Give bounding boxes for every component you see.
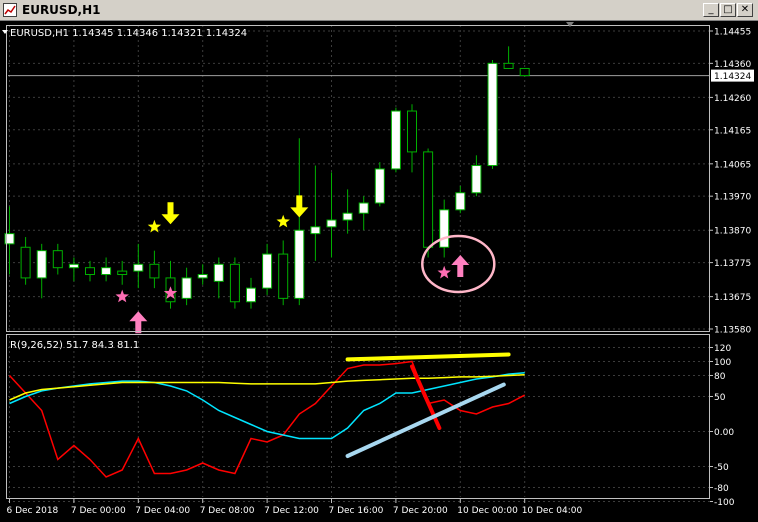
time-tick-label: 7 Dec 00:00: [71, 506, 126, 516]
candle-body: [68, 263, 79, 269]
chart-window: EURUSD,H1 _ □ ✕ 1.14455 1.14360 1.14260 1.1…: [0, 0, 758, 522]
rsi-tick-label: -80: [714, 484, 729, 494]
close-button[interactable]: ✕: [737, 3, 753, 17]
candle-body: [310, 226, 321, 235]
rsi-indicator-label: R(9,26,52) 51.7 84.3 81.1: [10, 340, 139, 351]
time-tick-label: 6 Dec 2018: [7, 506, 59, 516]
candle-body: [326, 219, 337, 228]
time-tick-label: 7 Dec 20:00: [393, 506, 448, 516]
price-tick-label: 1.13675: [714, 293, 751, 303]
window-title: EURUSD,H1: [22, 3, 101, 17]
price-tick-label: 1.14455: [714, 28, 751, 38]
candle-body: [278, 253, 289, 299]
price-chart-label: EURUSD,H1 1.14345 1.14346 1.14321 1.1432…: [10, 28, 247, 39]
candle-body: [471, 165, 482, 194]
candle-body: [20, 246, 31, 279]
candle-body: [423, 151, 434, 248]
candle-body: [262, 253, 273, 289]
candle-body: [213, 263, 224, 282]
price-tick-label: 1.14260: [714, 94, 751, 104]
price-tick-label: 1.13870: [714, 227, 751, 237]
candle-body: [503, 62, 514, 69]
candle-body: [149, 263, 160, 279]
candle-body: [181, 277, 192, 299]
time-tick-label: 10 Dec 04:00: [522, 506, 583, 516]
current-price-label: 1.14324: [714, 72, 751, 82]
candle-body: [52, 250, 63, 269]
time-tick-label: 7 Dec 04:00: [135, 506, 190, 516]
candle-body: [117, 270, 128, 276]
time-tick-label: 7 Dec 12:00: [264, 506, 319, 516]
time-tick-label: 7 Dec 16:00: [329, 506, 384, 516]
candle-body: [390, 110, 401, 170]
price-tick-label: 1.13775: [714, 259, 751, 269]
chart-canvas[interactable]: 1.14455 1.14360 1.14260 1.14165 1.14065 1.139…: [0, 21, 758, 522]
candle-body: [36, 250, 47, 279]
rsi-tick-label: 120: [714, 344, 731, 354]
candle-body: [374, 168, 385, 204]
rsi-tick-label: 50: [714, 393, 726, 403]
rsi-tick-label: -100: [714, 498, 735, 508]
price-tick-label: 1.14165: [714, 126, 751, 136]
candle-body: [229, 263, 240, 303]
candle-body: [358, 202, 369, 214]
candle-body: [342, 212, 353, 221]
candle-body: [133, 263, 144, 272]
candle-body: [455, 192, 466, 211]
time-tick-label: 10 Dec 00:00: [457, 506, 518, 516]
price-tick-label: 1.14360: [714, 60, 751, 70]
title-bar[interactable]: EURUSD,H1 _ □ ✕: [0, 0, 758, 21]
candle-body: [85, 267, 95, 276]
candle-body: [246, 287, 256, 303]
candle-body: [407, 110, 417, 153]
candle-body: [294, 229, 305, 299]
rsi-tick-label: 0.00: [714, 428, 734, 438]
price-tick-label: 1.13970: [714, 193, 751, 203]
rsi-tick-label: 80: [714, 372, 726, 382]
chart-window-icon: [3, 3, 17, 17]
rsi-tick-label: 100: [714, 358, 731, 368]
minimize-button[interactable]: _: [703, 3, 719, 17]
candle-body: [487, 62, 498, 167]
maximize-button[interactable]: □: [720, 3, 736, 17]
rsi-tick-label: -50: [714, 463, 729, 473]
candle-body: [101, 267, 112, 276]
candle-body: [197, 274, 208, 279]
price-tick-label: 1.13580: [714, 326, 751, 336]
candle-body: [519, 67, 530, 77]
price-tick-label: 1.14065: [714, 160, 751, 170]
time-tick-label: 7 Dec 08:00: [200, 506, 255, 516]
candle-body: [439, 209, 450, 248]
